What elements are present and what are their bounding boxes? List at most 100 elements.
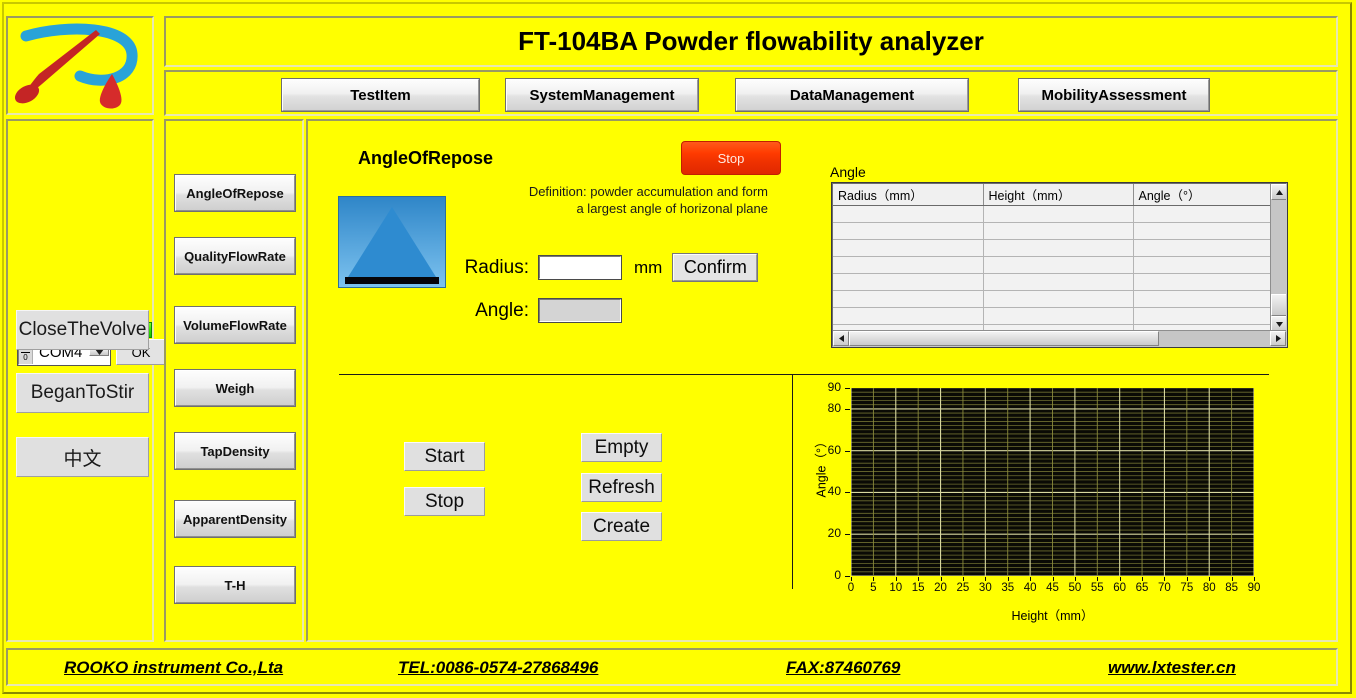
chart-x-tick-mark [1097,577,1099,581]
test-item-button-tapdensity[interactable]: TapDensity [174,432,296,470]
chart-x-tick-label: 50 [1068,582,1082,594]
table-cell[interactable] [1133,205,1271,223]
chart-x-tick-label: 35 [1001,582,1015,594]
angle-label: Angle: [475,299,529,321]
confirm-button[interactable]: Confirm [672,253,759,282]
main-menu-bar: TestItem SystemManagement DataManagement Mo… [164,70,1338,116]
table-horizontal-scrollbar[interactable] [833,330,1286,346]
emergency-stop-button[interactable]: Stop [681,141,781,175]
menu-button-testitem[interactable]: TestItem [281,78,480,112]
chart-x-tick-mark [1254,577,1255,581]
chart-y-tick-label: 60 [827,442,841,457]
footer-item-1[interactable]: TEL:0086-0574-27868496 [398,658,598,678]
table-cell[interactable] [1133,290,1271,308]
angle-field-row: Angle: [443,298,622,323]
table-cell[interactable] [833,222,984,240]
table-cell[interactable] [983,222,1134,240]
angle-data-table: Radius（mm） Height（mm） Angle（°） [831,182,1288,348]
table-cell[interactable] [1133,273,1271,291]
definition-text: Definition: powder accumulation and form… [468,183,768,217]
test-item-button-apparentdensity[interactable]: ApparentDensity [174,500,296,538]
table-cell[interactable] [833,273,984,291]
table-cell[interactable] [983,307,1134,325]
table-row[interactable] [833,273,1271,291]
table-row[interactable] [833,239,1271,257]
chart-y-tick-mark [845,408,850,410]
sidebar-button-0[interactable]: CloseTheVolve [16,310,149,350]
chart-y-tick-label: 90 [827,380,841,394]
test-item-button-qualityflowrate[interactable]: QualityFlowRate [174,237,296,275]
chart-x-tick-label: 70 [1158,582,1171,594]
menu-button-systemmanagement[interactable]: SystemManagement [505,78,699,112]
radius-label: Radius: [464,256,529,278]
footer-item-3[interactable]: www.lxtester.cn [1108,658,1236,678]
sidebar-button-2[interactable]: 中文 [16,437,149,477]
table-cell[interactable] [833,307,984,325]
table-cell[interactable] [1133,307,1271,325]
table-cell[interactable] [833,239,984,257]
menu-button-mobilityassessment[interactable]: MobilityAssessment [1018,78,1210,112]
chart-x-tick-mark [1074,577,1076,581]
table-row[interactable] [833,205,1271,223]
chart-x-tick-label: 25 [956,582,970,594]
action-button-start[interactable]: Start [404,442,485,471]
definition-line-1: Definition: powder accumulation and form [528,184,768,199]
radius-input[interactable] [538,255,622,280]
table-cell[interactable] [983,290,1134,308]
test-item-button-volumeflowrate[interactable]: VolumeFlowRate [174,306,296,344]
table-cell[interactable] [983,239,1134,257]
triangle-left-icon[interactable] [833,331,849,346]
table-cell[interactable] [983,273,1134,291]
triangle-right-icon[interactable] [1270,331,1286,346]
section-title: AngleOfRepose [358,148,494,168]
action-button-create[interactable]: Create [581,512,662,541]
table-cell[interactable] [1133,256,1271,274]
table-cell[interactable] [833,256,984,274]
table-row[interactable] [833,307,1271,325]
definition-line-2: a largest angle of horizonal plane [576,201,768,216]
chart-x-tick-label: 75 [1180,582,1194,594]
table-cell[interactable] [983,256,1134,274]
table-column-header-2: Angle（°） [1133,184,1271,206]
chart-y-tick-mark [845,450,850,452]
chart-x-tick-mark [940,577,942,581]
chart-x-tick-label: 10 [889,582,903,594]
table-row[interactable] [833,222,1271,240]
footer-item-0[interactable]: ROOKO instrument Co.,Lta [64,658,283,678]
table-caption: Angle [830,164,866,180]
chart-x-tick-label: 85 [1225,582,1238,594]
action-button-refresh[interactable]: Refresh [581,473,662,502]
left-control-panel: COM PORT 10 COM4 OK CloseTheVolveBeganTo… [6,119,166,642]
menu-button-datamanagement[interactable]: DataManagement [735,78,969,112]
footer-item-2[interactable]: FAX:87460769 [786,658,900,678]
table-cell[interactable] [833,290,984,308]
table-row[interactable] [833,256,1271,274]
chart-y-tick-mark [845,388,850,389]
table-cell[interactable] [1133,222,1271,240]
test-item-button-angleofrepose[interactable]: AngleOfRepose [174,174,296,212]
action-button-stop[interactable]: Stop [404,487,485,516]
sidebar-button-1[interactable]: BeganToStir [16,373,149,413]
chart-x-tick-label: 40 [1023,582,1037,594]
table-row[interactable] [833,290,1271,308]
test-item-panel: AngleOfRepose QualityFlowRate VolumeFlowRa… [164,119,304,642]
horizontal-scroll-thumb[interactable] [849,331,1159,346]
test-item-button-t-h[interactable]: T-H [174,566,296,604]
chart-x-tick-mark [1186,577,1188,581]
data-grid: Radius（mm） Height（mm） Angle（°） [833,184,1271,342]
angle-output-field [538,298,622,323]
title-bar: FT-104BA Powder flowability analyzer [164,16,1338,67]
table-cell[interactable] [983,205,1134,223]
chart-x-tick-label: 80 [1202,582,1216,594]
horizontal-scroll-track[interactable] [1159,331,1270,346]
chart-x-tick-mark [1209,577,1211,581]
triangle-up-icon[interactable] [1271,184,1286,200]
chart-x-tick-label: 55 [1090,582,1104,594]
table-cell[interactable] [833,205,984,223]
table-cell[interactable] [1133,239,1271,257]
vertical-scroll-thumb[interactable] [1271,294,1286,316]
test-item-button-weigh[interactable]: Weigh [174,369,296,407]
chart-y-tick-label: 40 [827,484,841,499]
table-vertical-scrollbar[interactable] [1270,184,1286,332]
action-button-empty[interactable]: Empty [581,433,662,462]
